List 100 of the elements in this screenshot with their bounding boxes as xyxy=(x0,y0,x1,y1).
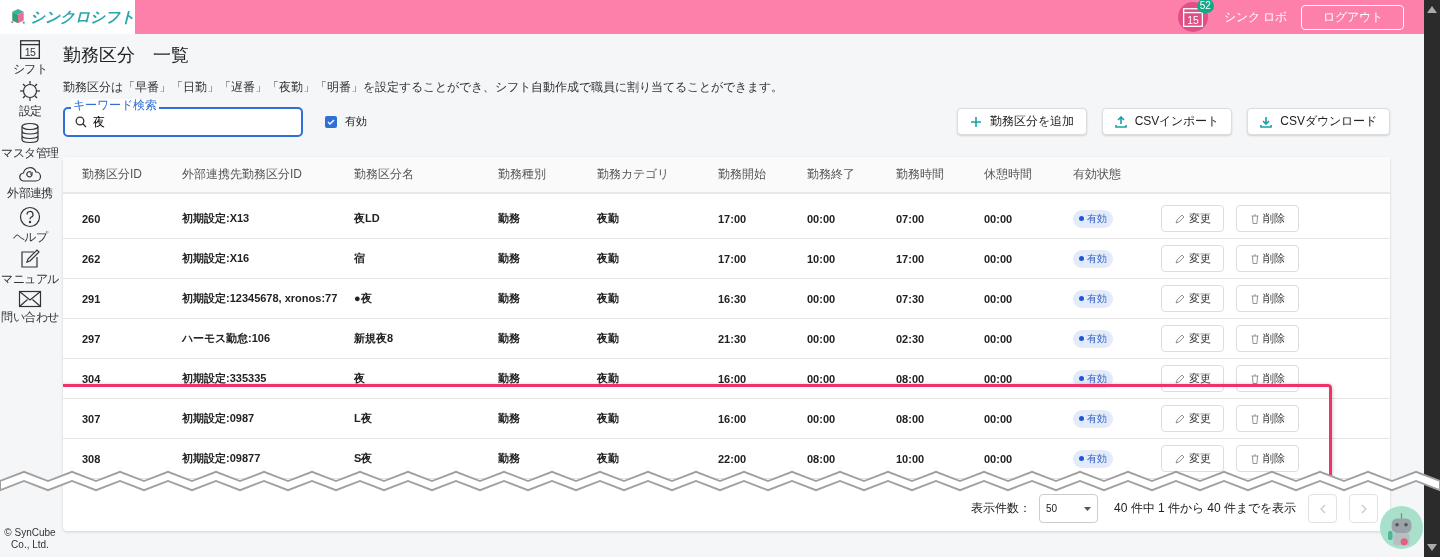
table-cell-text: 17:00 xyxy=(718,252,748,265)
sidebar-item[interactable]: 設定 xyxy=(0,80,60,122)
table-cell-text: 夜勤 xyxy=(597,291,620,306)
page-size-label: 表示件数： xyxy=(970,500,1031,517)
table-cell-text: 307 xyxy=(82,412,102,425)
table-cell-text: 00:00 xyxy=(984,332,1014,345)
pencil-icon xyxy=(1174,293,1185,304)
trash-icon xyxy=(1250,413,1259,424)
action-button[interactable]: 勤務区分を追加 xyxy=(956,108,1087,135)
pencil-icon xyxy=(1174,373,1185,384)
edit-button[interactable]: 変更 xyxy=(1161,445,1224,472)
table-cell-text: 00:00 xyxy=(984,452,1014,465)
table-cell-text: 16:00 xyxy=(718,372,748,385)
sidebar-item[interactable]: ヘルプ xyxy=(0,206,60,248)
table-cell-text: 初期設定:09877 xyxy=(182,451,262,466)
table-cell-text: 297 xyxy=(82,332,102,345)
chevron-right-icon xyxy=(1360,503,1367,514)
app-name: シンクロシフト xyxy=(30,7,135,27)
calendar-icon: 15 xyxy=(19,38,41,60)
scroll-up-icon[interactable] xyxy=(1427,6,1437,13)
pencil-icon xyxy=(1174,453,1185,464)
edit-button[interactable]: 変更 xyxy=(1161,405,1224,432)
sidebar-item[interactable]: 15 シフト xyxy=(0,38,60,80)
table-cell-text: L夜 xyxy=(354,411,373,426)
trash-icon xyxy=(1250,213,1259,224)
download-icon xyxy=(1260,115,1273,128)
pencil-icon xyxy=(1174,333,1185,344)
table-cell-text: 00:00 xyxy=(807,372,837,385)
table-cell-text: S夜 xyxy=(354,451,374,466)
column-header: 勤務カテゴリ xyxy=(597,166,670,183)
sidebar-item[interactable]: 問い合わせ xyxy=(0,290,60,332)
column-header: 勤務区分ID xyxy=(82,166,143,183)
trash-icon xyxy=(1250,453,1259,464)
edit-button[interactable]: 変更 xyxy=(1161,365,1224,392)
table-cell-text: 勤務 xyxy=(498,371,521,386)
table-cell-text: 夜勤 xyxy=(597,451,620,466)
trash-icon xyxy=(1250,253,1259,264)
delete-button[interactable]: 削除 xyxy=(1236,405,1299,432)
table-cell-text: ハーモス勤怠:106 xyxy=(182,331,272,346)
pencil-icon xyxy=(1174,213,1185,224)
page-title: 勤務区分 一覧 xyxy=(63,44,190,66)
status-chip: 有効 xyxy=(1073,329,1113,348)
table-cell-text: 07:30 xyxy=(896,292,926,305)
scroll-down-icon[interactable] xyxy=(1427,544,1437,551)
table-cell-text: 夜勤 xyxy=(597,411,620,426)
edit-button[interactable]: 変更 xyxy=(1161,285,1224,312)
delete-button[interactable]: 削除 xyxy=(1236,205,1299,232)
table-cell-text: 00:00 xyxy=(807,412,837,425)
delete-button[interactable]: 削除 xyxy=(1236,365,1299,392)
table-cell-text: 16:30 xyxy=(718,292,748,305)
table-cell-text: 夜勤 xyxy=(597,371,620,386)
pencil-icon xyxy=(1174,413,1185,424)
table-cell-text: 00:00 xyxy=(807,332,837,345)
table-cell-text: 08:00 xyxy=(896,372,926,385)
action-button[interactable]: CSVダウンロード xyxy=(1247,108,1390,135)
edit-button[interactable]: 変更 xyxy=(1161,205,1224,232)
page-size-select[interactable]: 50 xyxy=(1038,494,1098,523)
column-header: 勤務区分名 xyxy=(354,166,415,183)
pencil-icon xyxy=(1174,253,1185,264)
sidebar-item[interactable]: マニュアル xyxy=(0,248,60,290)
table-cell-text: 291 xyxy=(82,292,102,305)
upload-icon xyxy=(1114,115,1127,128)
column-header: 勤務時間 xyxy=(896,166,945,183)
table-cell-text: 07:00 xyxy=(896,212,926,225)
user-name: シンク ロボ xyxy=(1223,8,1287,26)
status-chip: 有効 xyxy=(1073,449,1113,468)
robot-avatar-icon[interactable] xyxy=(1380,506,1423,549)
search-icon xyxy=(75,116,87,128)
table-cell-text: 17:00 xyxy=(896,252,926,265)
sidebar-item[interactable]: 外部連携 xyxy=(0,164,60,206)
column-header: 勤務開始 xyxy=(718,166,767,183)
delete-button[interactable]: 削除 xyxy=(1236,285,1299,312)
trash-icon xyxy=(1250,333,1259,344)
table-cell-text: ●夜 xyxy=(354,291,373,306)
pagination-summary: 40 件中 1 件から 40 件までを表示 xyxy=(1113,500,1296,517)
trash-icon xyxy=(1250,373,1259,384)
table-cell-text: 304 xyxy=(82,372,102,385)
table-cell-text: 10:00 xyxy=(807,252,837,265)
table-cell-text: 00:00 xyxy=(984,252,1014,265)
search-input[interactable]: 夜 xyxy=(93,115,273,129)
delete-button[interactable]: 削除 xyxy=(1236,445,1299,472)
action-button[interactable]: CSVインポート xyxy=(1101,108,1233,135)
delete-button[interactable]: 削除 xyxy=(1236,325,1299,352)
table-cell-text: 勤務 xyxy=(498,211,521,226)
table-cell-text: 初期設定:X13 xyxy=(182,211,251,226)
status-chip: 有効 xyxy=(1073,209,1113,228)
table-cell-text: 初期設定:335335 xyxy=(182,371,268,386)
delete-button[interactable]: 削除 xyxy=(1236,245,1299,272)
edit-button[interactable]: 変更 xyxy=(1161,245,1224,272)
table-cell-text: 夜勤 xyxy=(597,331,620,346)
table-cell-text: 00:00 xyxy=(984,292,1014,305)
column-header: 勤務終了 xyxy=(807,166,856,183)
sidebar-item[interactable]: マスタ管理 xyxy=(0,122,60,164)
status-chip: 有効 xyxy=(1073,289,1113,308)
table-cell-text: 初期設定:0987 xyxy=(182,411,256,426)
active-checkbox[interactable] xyxy=(325,115,337,128)
edit-button[interactable]: 変更 xyxy=(1161,325,1224,352)
table-cell-text: 08:00 xyxy=(807,452,837,465)
envelope-icon xyxy=(18,290,42,308)
table-cell-text: 17:00 xyxy=(718,212,748,225)
